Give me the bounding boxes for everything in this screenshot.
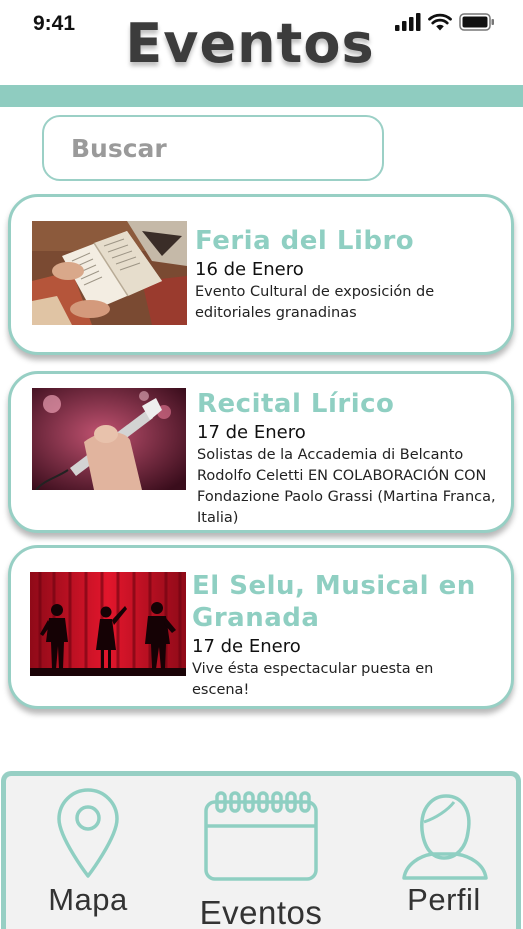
event-info: Recital Lírico 17 de Enero Solistas de l… [197, 388, 507, 529]
event-image [32, 388, 186, 490]
event-description: Vive ésta espectacular puesta en escena! [192, 661, 434, 698]
event-title[interactable]: Feria del Libro [195, 225, 495, 257]
nav-item-profile[interactable]: Perfil [390, 792, 498, 918]
event-date: 16 de Enero [195, 259, 304, 280]
profile-icon [402, 794, 488, 880]
calendar-icon [204, 791, 318, 881]
event-card[interactable]: Recital Lírico 17 de Enero Solistas de l… [8, 371, 514, 533]
map-pin-icon [57, 788, 119, 878]
event-date: 17 de Enero [192, 636, 301, 657]
event-info: El Selu, Musical en Granada 17 de Enero … [192, 570, 492, 701]
event-card[interactable]: Feria del Libro 16 de Enero Evento Cultu… [8, 194, 514, 355]
search-box[interactable] [42, 115, 384, 181]
nav-label-profile: Perfil [407, 882, 481, 917]
event-description: Evento Cultural de exposición de editori… [195, 284, 435, 321]
event-info: Feria del Libro 16 de Enero Evento Cultu… [195, 225, 495, 324]
nav-item-events[interactable]: Eventos [186, 790, 336, 929]
event-description: Solistas de la Accademia di Belcanto Rod… [197, 447, 496, 526]
event-image [30, 572, 186, 676]
nav-label-map: Mapa [48, 882, 128, 917]
event-date: 17 de Enero [197, 422, 306, 443]
event-image [32, 221, 187, 325]
event-title[interactable]: El Selu, Musical en Granada [192, 570, 492, 634]
bottom-nav: Mapa Eventos Perfil [1, 771, 521, 929]
nav-item-map[interactable]: Mapa [34, 788, 142, 918]
nav-label-events: Eventos [199, 894, 323, 929]
event-title[interactable]: Recital Lírico [197, 388, 507, 420]
page-title: Eventos [125, 12, 375, 75]
search-input[interactable] [44, 117, 382, 179]
title-divider [0, 85, 523, 107]
event-card[interactable]: El Selu, Musical en Granada 17 de Enero … [8, 545, 514, 709]
